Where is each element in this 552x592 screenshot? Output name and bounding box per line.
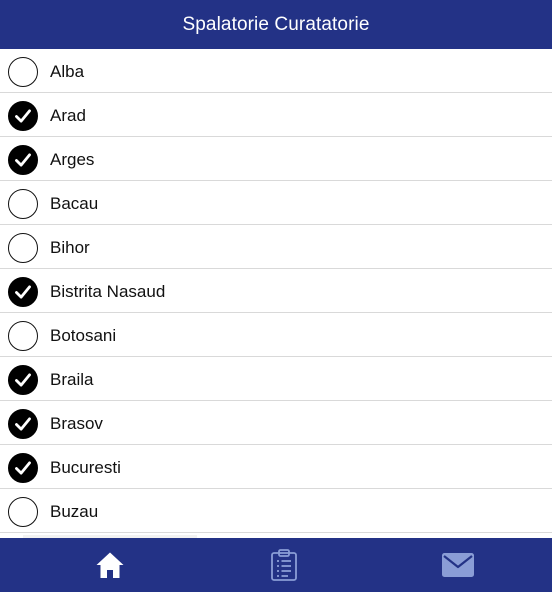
- clipboard-icon: [271, 549, 297, 581]
- checkbox[interactable]: [8, 101, 38, 131]
- tab-contact[interactable]: [366, 538, 550, 592]
- checkbox[interactable]: [8, 409, 38, 439]
- checkmark-icon: [15, 417, 31, 431]
- app-header: Spalatorie Curatatorie: [0, 0, 552, 49]
- list-item-label: Botosani: [50, 326, 117, 345]
- list-item[interactable]: Braila: [0, 357, 552, 401]
- checkmark-icon: [15, 285, 31, 299]
- list-item[interactable]: Alba: [0, 49, 552, 93]
- mail-icon: [442, 553, 474, 577]
- list-item-label: Alba: [50, 62, 85, 81]
- checkbox[interactable]: [8, 321, 38, 351]
- list-item[interactable]: Bihor: [0, 225, 552, 269]
- page-title: Spalatorie Curatatorie: [182, 13, 370, 35]
- tab-home[interactable]: [18, 538, 202, 592]
- checkbox[interactable]: [8, 497, 38, 527]
- checkbox[interactable]: [8, 145, 38, 175]
- list-item[interactable]: Arges: [0, 137, 552, 181]
- list-item-label: Brasov: [50, 414, 103, 433]
- list-item-label: Arges: [50, 150, 95, 169]
- home-icon: [96, 552, 124, 578]
- list-item[interactable]: Buzau: [0, 489, 552, 533]
- list-item[interactable]: Brasov: [0, 401, 552, 445]
- list-item-label: Arad: [50, 106, 86, 125]
- checkbox[interactable]: [8, 57, 38, 87]
- tab-orders[interactable]: [192, 538, 376, 592]
- list-item-label: Bistrita Nasaud: [50, 282, 166, 301]
- checkmark-icon: [15, 461, 31, 475]
- bottom-tab-bar: [0, 538, 552, 592]
- list-item[interactable]: Arad: [0, 93, 552, 137]
- list-item[interactable]: Bacau: [0, 181, 552, 225]
- checkbox[interactable]: [8, 453, 38, 483]
- checkmark-icon: [15, 373, 31, 387]
- list-item[interactable]: Bucuresti: [0, 445, 552, 489]
- checkbox[interactable]: [8, 189, 38, 219]
- list-item-label: Braila: [50, 370, 94, 389]
- checkbox[interactable]: [8, 365, 38, 395]
- checkmark-icon: [15, 153, 31, 167]
- county-list[interactable]: Alba Arad Arges Bacau Bihor Bistrita Nas…: [0, 49, 552, 538]
- checkbox[interactable]: [8, 277, 38, 307]
- list-item[interactable]: Botosani: [0, 313, 552, 357]
- list-item-label: Bucuresti: [50, 458, 121, 477]
- list-item-label: Bihor: [50, 238, 90, 257]
- list-item-label: Buzau: [50, 502, 99, 521]
- list-item-label: Bacau: [50, 194, 99, 213]
- checkmark-icon: [15, 109, 31, 123]
- list-item[interactable]: Bistrita Nasaud: [0, 269, 552, 313]
- checkbox[interactable]: [8, 233, 38, 263]
